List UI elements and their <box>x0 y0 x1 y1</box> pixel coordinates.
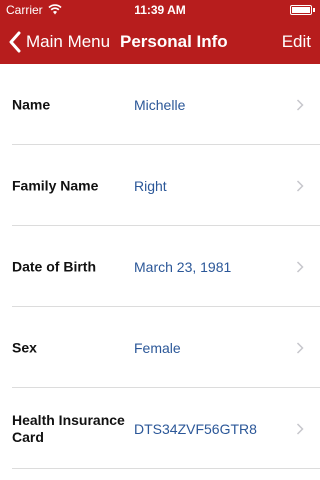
battery-icon <box>290 5 315 15</box>
chevron-right-icon <box>296 422 304 435</box>
back-button[interactable]: Main Menu <box>8 20 110 64</box>
edit-button[interactable]: Edit <box>282 20 311 64</box>
row-label: Health Insurance Card <box>12 411 125 445</box>
row-value: Michelle <box>134 96 186 113</box>
row-label: Date of Birth <box>12 258 96 274</box>
row-value: March 23, 1981 <box>134 258 232 275</box>
status-time: 11:39 AM <box>134 3 186 17</box>
list-item-name[interactable]: Name Michelle <box>0 64 320 145</box>
row-value: Female <box>134 339 181 356</box>
chevron-right-icon <box>296 341 304 354</box>
chevron-right-icon <box>296 179 304 192</box>
list-item-date-of-birth[interactable]: Date of Birth March 23, 1981 <box>0 226 320 307</box>
chevron-right-icon <box>296 260 304 273</box>
chevron-left-icon <box>9 31 21 53</box>
chevron-right-icon <box>296 98 304 111</box>
list-item-sex[interactable]: Sex Female <box>0 307 320 388</box>
row-label: Sex <box>12 339 37 355</box>
navigation-bar: Main Menu Personal Info Edit <box>0 20 320 64</box>
battery-fill <box>292 7 310 13</box>
row-value: DTS34ZVF56GTR8 <box>134 420 257 437</box>
row-label: Family Name <box>12 177 99 193</box>
status-bar: Carrier 11:39 AM <box>0 0 320 20</box>
list-item-family-name[interactable]: Family Name Right <box>0 145 320 226</box>
personal-info-list: Name Michelle Family Name Right Date of … <box>0 64 320 469</box>
row-value: Right <box>134 177 167 194</box>
page-title: Personal Info <box>120 32 228 51</box>
list-item-health-insurance-card[interactable]: Health Insurance Card DTS34ZVF56GTR8 <box>0 388 320 469</box>
row-label: Name <box>12 96 51 112</box>
back-button-label: Main Menu <box>26 32 111 51</box>
